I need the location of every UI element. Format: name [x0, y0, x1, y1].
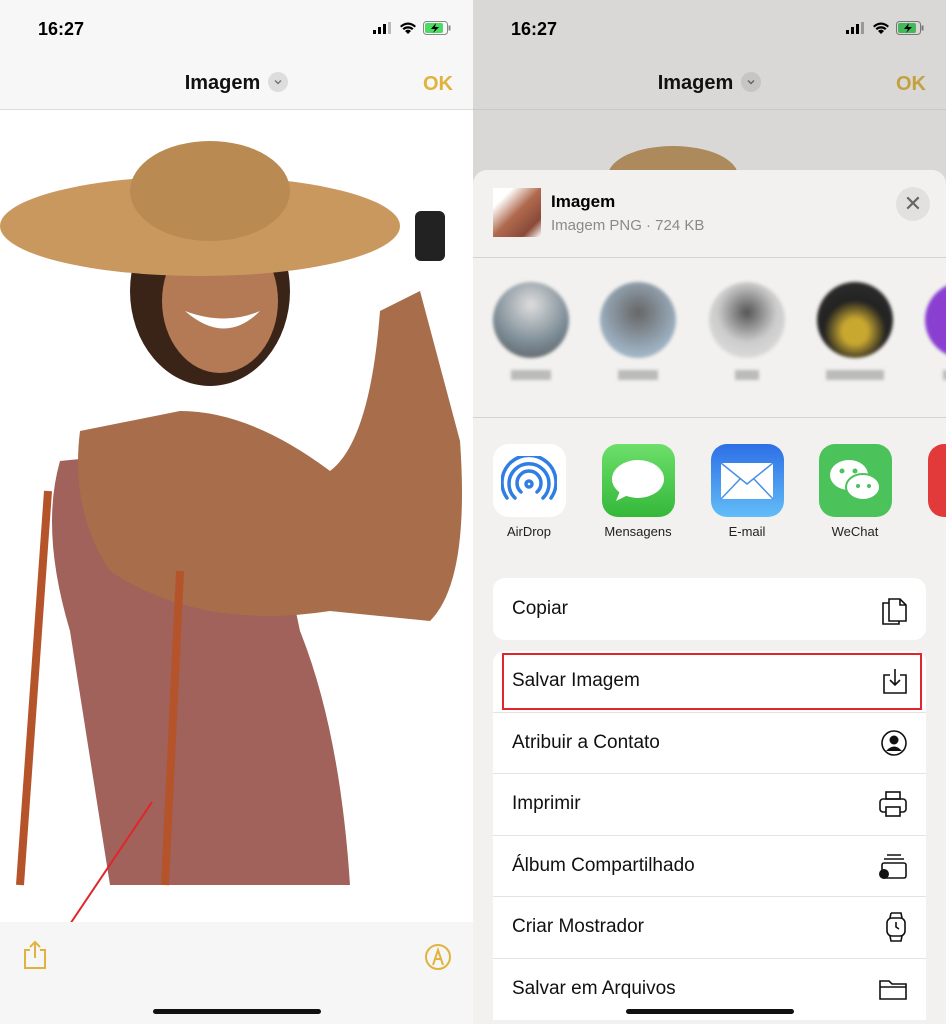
battery-charging-icon	[896, 21, 924, 35]
action-label: Atribuir a Contato	[512, 731, 660, 753]
share-header: Imagem Imagem PNG · 724 KB ✕	[473, 170, 946, 258]
markup-pen-icon[interactable]	[424, 943, 452, 971]
copy-icon	[882, 597, 907, 625]
status-bar: 16:27	[473, 0, 946, 60]
printer-icon	[879, 791, 907, 818]
signal-icon	[846, 22, 864, 34]
airdrop-icon	[492, 444, 566, 517]
status-time: 16:27	[511, 19, 558, 39]
action-label: Imprimir	[512, 793, 581, 815]
action-shared-album[interactable]: Álbum Compartilhado	[493, 836, 926, 897]
chevron-down-icon	[741, 71, 762, 92]
image-editor-screen: 16:27 Imagem OK	[0, 0, 473, 1024]
home-indicator	[625, 1009, 794, 1014]
contact-suggestion[interactable]	[709, 282, 785, 380]
close-icon: ✕	[903, 191, 923, 216]
app-label: AirDrop	[506, 524, 552, 539]
action-label: Álbum Compartilhado	[512, 854, 695, 876]
wechat-icon	[818, 444, 892, 517]
share-sheet: Imagem Imagem PNG · 724 KB ✕ AirDrop Men…	[473, 170, 946, 1024]
messages-icon	[601, 444, 675, 517]
action-label: Salvar Imagem	[512, 670, 640, 692]
ok-button: OK	[896, 73, 926, 95]
contact-icon	[881, 729, 907, 756]
contact-suggestion[interactable]	[817, 282, 893, 380]
nav-title: Imagem	[657, 72, 734, 94]
save-image-icon	[883, 669, 907, 695]
close-button[interactable]: ✕	[896, 187, 930, 221]
share-subtitle: Imagem PNG · 724 KB	[551, 217, 705, 234]
image-thumbnail	[493, 188, 541, 237]
home-indicator	[152, 1009, 321, 1014]
annotation-arrow	[54, 801, 153, 947]
folder-icon	[879, 980, 907, 1001]
watch-icon	[886, 912, 906, 943]
action-assign-contact[interactable]: Atribuir a Contato	[493, 713, 926, 774]
bottom-toolbar	[0, 922, 473, 1024]
app-wechat[interactable]: WeChat	[810, 444, 900, 539]
app-airdrop[interactable]: AirDrop	[484, 444, 574, 539]
app-label: Mensagens	[604, 524, 672, 539]
app-messages[interactable]: Mensagens	[593, 444, 683, 539]
apps-row: AirDrop Mensagens E-mail WeChat	[473, 444, 946, 554]
contacts-row	[473, 258, 946, 418]
action-print[interactable]: Imprimir	[493, 774, 926, 836]
app-mail[interactable]: E-mail	[702, 444, 792, 539]
action-create-watch-face[interactable]: Criar Mostrador	[493, 897, 926, 959]
shared-album-icon	[879, 853, 907, 879]
share-sheet-screen: 16:27 Imagem OK Imagem Imagem PNG · 724 …	[473, 0, 946, 1024]
nav-bar: Imagem OK	[473, 60, 946, 110]
actions-group-1: Copiar	[493, 578, 926, 640]
contact-suggestion[interactable]	[600, 282, 676, 380]
action-label: Copiar	[512, 597, 568, 619]
app-label: E-mail	[728, 524, 766, 539]
mail-icon	[710, 444, 784, 517]
share-title: Imagem	[551, 192, 616, 211]
wifi-icon	[873, 22, 889, 34]
app-label: WeChat	[831, 524, 879, 539]
action-label: Salvar em Arquivos	[512, 978, 676, 1000]
app-more[interactable]	[928, 444, 946, 517]
share-icon[interactable]	[22, 940, 48, 970]
contact-suggestion[interactable]	[493, 282, 569, 380]
actions-group-2: Salvar Imagem Atribuir a Contato Imprimi…	[493, 651, 926, 1020]
contact-suggestion[interactable]	[925, 282, 946, 380]
action-label: Criar Mostrador	[512, 916, 644, 938]
action-copy[interactable]: Copiar	[493, 578, 926, 640]
action-save-image[interactable]: Salvar Imagem	[493, 651, 926, 713]
